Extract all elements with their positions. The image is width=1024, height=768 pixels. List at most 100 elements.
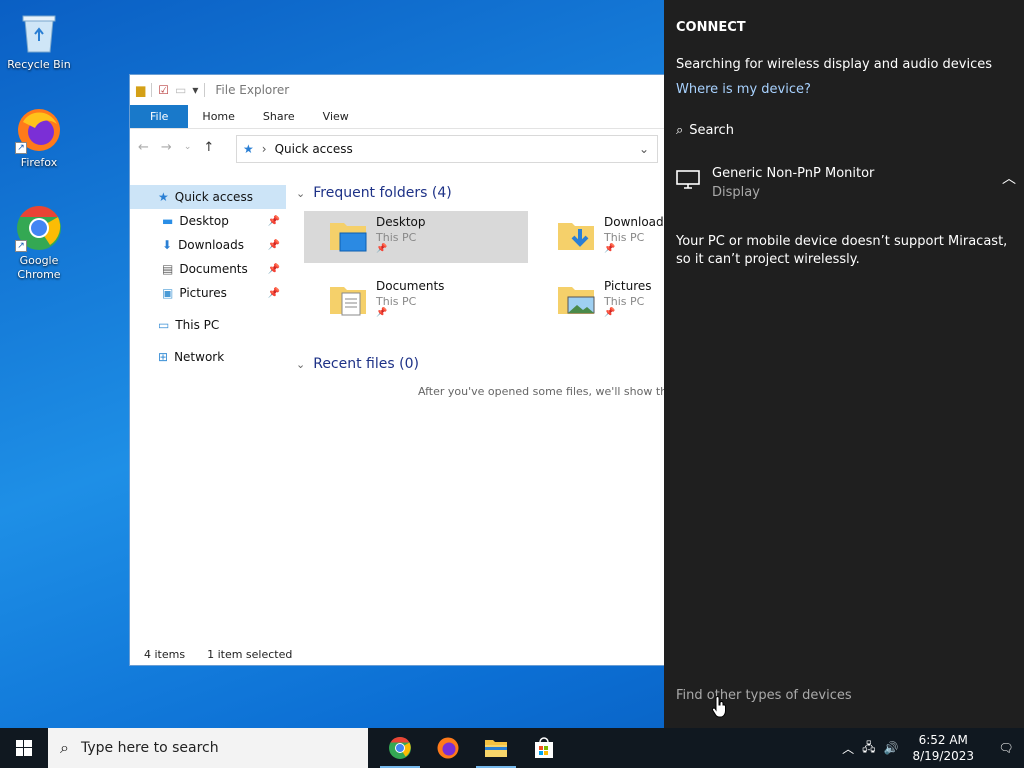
hand-cursor-icon [712,696,726,718]
volume-icon[interactable]: 🔊 [884,741,899,755]
nav-item-pictures[interactable]: ▣ Pictures 📌 [130,281,286,305]
nav-item-label: This PC [175,318,220,332]
content-pane: ⌄ Frequent folders (4) Desktop This PC 📌… [290,179,669,649]
chrome-icon: ↗ [15,204,63,252]
notification-icon[interactable]: 🗨 [988,741,1024,755]
find-other-devices-link[interactable]: Find other types of devices [676,688,852,703]
pin-icon: 📌 [376,244,388,254]
taskbar-file-explorer[interactable] [472,728,520,768]
pin-icon: 📌 [604,244,616,254]
recent-locations-icon[interactable]: ⌄ [184,142,192,152]
document-icon: ▤ [162,262,174,276]
firefox-icon [437,737,459,759]
nav-item-label: Pictures [179,286,227,300]
folder-tile-downloads[interactable]: Downloads This PC 📌 [532,211,669,263]
shortcut-arrow-icon: ↗ [15,240,27,252]
taskbar-search-box[interactable]: ⌕ Type here to search [48,728,368,768]
folder-name: Downloads [604,215,669,229]
chevron-down-icon[interactable]: ⌄ [639,142,649,156]
customize-toolbar-icon[interactable]: ▾ [192,83,198,97]
shortcut-arrow-icon: ↗ [15,142,27,154]
folder-tile-documents[interactable]: Documents This PC 📌 [304,275,528,327]
folder-tile-pictures[interactable]: Pictures This PC 📌 [532,275,668,327]
nav-item-quick-access[interactable]: ★ Quick access [130,185,286,209]
back-icon[interactable]: ← [138,140,149,155]
status-bar: 4 items 1 item selected [144,648,292,661]
desktop-icon-label: Firefox [20,156,58,169]
folder-location: This PC [604,295,645,308]
connect-panel: CONNECT Searching for wireless display a… [664,0,1024,728]
pin-icon: 📌 [267,239,280,251]
pictures-folder-icon [556,279,596,319]
taskbar-firefox[interactable] [424,728,472,768]
nav-item-label: Downloads [178,238,244,252]
tab-home[interactable]: Home [188,105,248,128]
folder-tile-desktop[interactable]: Desktop This PC 📌 [304,211,528,263]
selection-count: 1 item selected [207,648,293,661]
folder-location: This PC [376,295,417,308]
new-folder-icon[interactable]: ▭ [175,83,186,97]
nav-item-downloads[interactable]: ⬇ Downloads 📌 [130,233,286,257]
nav-item-this-pc[interactable]: ▭ This PC [130,313,286,337]
ribbon-tabs: File Home Share View [130,105,668,129]
device-item-generic-monitor[interactable]: Generic Non-PnP Monitor Display ︿ [676,164,1016,208]
folder-icon[interactable]: ▆ [136,83,145,97]
tab-view[interactable]: View [309,105,363,128]
navigation-pane: ★ Quick access ▬ Desktop 📌 ⬇ Downloads 📌… [130,185,286,639]
firefox-icon: ↗ [15,106,63,154]
divider [151,83,153,97]
nav-item-desktop[interactable]: ▬ Desktop 📌 [130,209,286,233]
search-button[interactable]: ⌕ Search [676,123,734,138]
window-title: File Explorer [215,83,290,97]
desktop-icon-recycle-bin[interactable]: Recycle Bin [4,8,74,72]
time: 6:52 AM [918,733,968,747]
desktop-icon-firefox[interactable]: ↗ Firefox [4,106,74,170]
taskbar-chrome[interactable] [376,728,424,768]
nav-item-network[interactable]: ⊞ Network [130,345,286,369]
miracast-warning: Your PC or mobile device doesn’t support… [676,234,1008,267]
properties-icon[interactable]: ☑ [158,83,169,97]
downloads-folder-icon [556,215,596,255]
up-icon[interactable]: ↑ [203,140,214,155]
nav-item-documents[interactable]: ▤ Documents 📌 [130,257,286,281]
desktop-folder-icon: ▬ [162,214,174,228]
folder-location: This PC [604,231,645,244]
search-icon: ⌕ [676,123,684,138]
nav-item-label: Desktop [179,214,229,228]
chevron-up-icon[interactable]: ︿ [842,740,854,757]
taskbar-microsoft-store[interactable] [520,728,568,768]
search-placeholder: Type here to search [80,740,219,756]
download-arrow-icon: ⬇ [162,238,173,252]
recent-files-header[interactable]: ⌄ Recent files (0) [290,352,419,376]
address-text: Quick access [274,142,353,156]
folder-location: This PC [376,231,417,244]
chevron-down-icon: ⌄ [296,186,306,200]
item-count: 4 items [144,648,186,661]
computer-icon: ▭ [158,318,170,332]
desktop-icon-label: Recycle Bin [7,58,71,71]
taskbar: ⌕ Type here to search ︿ 🖧 🔊 6:52 AM 8/19… [0,728,1024,768]
address-bar[interactable]: ★ › Quick access ⌄ [236,135,658,163]
start-button[interactable] [0,728,48,768]
nav-item-label: Quick access [174,190,253,204]
pin-icon: 📌 [267,287,280,299]
clock[interactable]: 6:52 AM 8/19/2023 [906,732,980,764]
desktop-icon-google-chrome[interactable]: ↗ Google Chrome [4,204,74,282]
desktop-folder-icon [328,215,368,255]
frequent-folders-header[interactable]: ⌄ Frequent folders (4) [290,181,452,205]
section-title: Recent files (0) [313,356,419,372]
chrome-icon [389,737,411,759]
search-icon: ⌕ [60,738,69,757]
folder-icon [485,740,507,757]
tab-file[interactable]: File [130,105,189,128]
windows-logo-icon [16,740,32,756]
where-is-my-device-link[interactable]: Where is my device? [676,82,811,97]
chevron-up-icon[interactable]: ︿ [1002,168,1016,188]
file-explorer-window: ▆ ☑ ▭ ▾ File Explorer File Home Share Vi… [129,74,669,666]
divider [204,83,206,97]
network-icon[interactable]: 🖧 [862,738,875,759]
documents-folder-icon [328,279,368,319]
chevron-down-icon: ⌄ [296,357,306,371]
forward-icon[interactable]: → [161,140,172,155]
tab-share[interactable]: Share [249,105,309,128]
